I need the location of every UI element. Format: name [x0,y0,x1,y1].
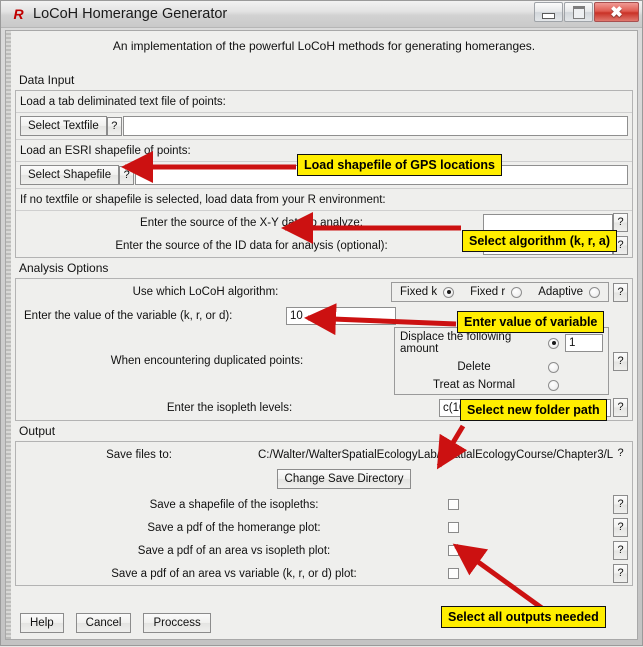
duplicates-displace-radio[interactable] [548,337,559,349]
variable-value-field[interactable]: 10 [286,307,396,325]
r-env-label-row: If no textfile or shapefile is selected,… [16,189,632,211]
isopleth-help-button[interactable]: ? [613,398,628,417]
maximize-button[interactable] [564,2,593,22]
output-checkbox-row-2: Save a pdf of an area vs isopleth plot: … [16,539,632,562]
duplicates-option-normal[interactable]: Treat as Normal [395,376,608,394]
save-pdf-area-isopleth-help-button[interactable]: ? [613,541,628,560]
save-pdf-area-variable-checkbox[interactable] [448,568,459,579]
output-group-title: Output [19,424,56,438]
change-save-directory-button[interactable]: Change Save Directory [276,469,412,489]
save-pdf-homerange-help-button[interactable]: ? [613,518,628,537]
help-button[interactable]: Help [20,613,64,633]
id-source-label: Enter the source of the ID data for anal… [115,239,388,252]
minimize-button[interactable] [534,2,563,22]
save-path-row: Save files to: C:/Walter/WalterSpatialEc… [16,442,632,467]
change-dir-row: Change Save Directory [16,467,632,493]
output-checkbox-row-3: Save a pdf of an area vs variable (k, r,… [16,562,632,585]
r-logo-icon: R [13,6,23,22]
data-input-group-title: Data Input [19,73,75,87]
title-bar: R LoCoH Homerange Generator ✖ [1,1,642,28]
save-shapefile-isopleths-label: Save a shapefile of the isopleths: [149,498,319,511]
output-checkbox-row-0: Save a shapefile of the isopleths: ? [16,493,632,516]
r-env-label: If no textfile or shapefile is selected,… [20,193,386,206]
output-checkbox-row-1: Save a pdf of the homerange plot: ? [16,516,632,539]
algorithm-radio-panel: Fixed k Fixed r Adaptive [391,282,609,302]
isopleth-label: Enter the isopleth levels: [166,401,293,414]
algorithm-option-fixed-r[interactable]: Fixed r [470,286,523,298]
textfile-row: Select Textfile ? [16,113,632,140]
algorithm-row: Use which LoCoH algorithm: Fixed k Fixed… [16,279,632,305]
window-title: LoCoH Homerange Generator [33,6,228,22]
algorithm-option-fixed-k[interactable]: Fixed k [400,286,455,298]
textfile-help-button[interactable]: ? [106,116,122,136]
save-pdf-homerange-label: Save a pdf of the homerange plot: [147,521,321,534]
textfile-path-field[interactable] [122,116,628,136]
duplicates-displace-amount-field[interactable]: 1 [565,334,603,352]
analysis-options-group: Analysis Options Use which LoCoH algorit… [15,258,633,421]
duplicates-normal-label: Treat as Normal [432,379,515,391]
close-icon: ✖ [610,3,623,21]
duplicates-delete-label: Delete [457,361,491,373]
save-pdf-area-variable-help-button[interactable]: ? [613,564,628,583]
duplicates-displace-label: Displace the following amount [400,331,512,355]
maximize-icon [572,5,585,19]
select-textfile-button[interactable]: Select Textfile [20,116,107,136]
output-group-body: Save files to: C:/Walter/WalterSpatialEc… [15,441,633,586]
save-shapefile-isopleths-help-button[interactable]: ? [613,495,628,514]
algorithm-option-adaptive[interactable]: Adaptive [538,286,600,298]
xy-source-field[interactable] [483,213,613,232]
algorithm-fixed-k-label: Fixed k [400,286,438,298]
duplicates-help-button[interactable]: ? [613,351,628,371]
algorithm-fixed-r-label: Fixed r [470,286,506,298]
annotation-load-shapefile: Load shapefile of GPS locations [297,154,503,176]
textfile-label-row: Load a tab deliminated text file of poin… [16,91,632,113]
algorithm-fixed-r-radio[interactable] [511,286,523,298]
annotation-select-outputs: Select all outputs needed [441,606,606,628]
algorithm-label: Use which LoCoH algorithm: [132,286,279,298]
variable-value-label: Enter the value of the variable (k, r, o… [24,310,233,322]
content-panel: An implementation of the powerful LoCoH … [11,31,637,639]
duplicates-options-panel: Displace the following amount 1 Delete T… [394,327,609,395]
save-pdf-area-isopleth-label: Save a pdf of an area vs isopleth plot: [137,544,331,557]
save-shapefile-isopleths-checkbox[interactable] [448,499,459,510]
save-pdf-area-variable-label: Save a pdf of an area vs variable (k, r,… [111,567,357,580]
application-window: R LoCoH Homerange Generator ✖ An impleme… [0,0,643,646]
analysis-options-group-title: Analysis Options [19,261,109,275]
save-path-value: C:/Walter/WalterSpatialEcologyLab/Spatia… [258,448,613,461]
save-files-label: Save files to: [106,448,172,461]
minimize-icon [542,12,555,19]
textfile-label: Load a tab deliminated text file of poin… [20,95,226,108]
save-pdf-homerange-checkbox[interactable] [448,522,459,533]
algorithm-adaptive-radio[interactable] [589,286,600,298]
output-group: Output Save files to: C:/Walter/WalterSp… [15,421,633,586]
client-area: An implementation of the powerful LoCoH … [5,30,638,640]
close-button[interactable]: ✖ [594,2,639,22]
duplicates-label: When encountering duplicated points: [110,355,304,367]
footer-buttons: Help Cancel Proccess [20,613,211,633]
window-controls: ✖ [534,2,639,22]
duplicates-row: When encountering duplicated points: Dis… [16,327,632,395]
app-description: An implementation of the powerful LoCoH … [112,39,536,53]
annotation-select-folder: Select new folder path [460,399,607,421]
process-button[interactable]: Proccess [143,613,211,633]
annotation-enter-value: Enter value of variable [457,311,605,333]
algorithm-fixed-k-radio[interactable] [443,286,455,298]
cancel-button[interactable]: Cancel [75,613,132,633]
annotation-select-algorithm: Select algorithm (k, r, a) [462,230,618,252]
duplicates-option-delete[interactable]: Delete [395,358,608,376]
shapefile-help-button[interactable]: ? [119,165,135,185]
duplicates-delete-radio[interactable] [548,361,559,373]
duplicates-normal-radio[interactable] [548,379,559,391]
algorithm-help-button[interactable]: ? [613,282,628,302]
select-shapefile-button[interactable]: Select Shapefile [20,165,120,185]
save-path-help-button[interactable]: ? [613,445,628,464]
algorithm-adaptive-label: Adaptive [538,286,583,298]
save-pdf-area-isopleth-checkbox[interactable] [448,545,459,556]
shapefile-label: Load an ESRI shapefile of points: [20,144,191,157]
xy-source-label: Enter the source of the X-Y data to anal… [140,216,363,229]
